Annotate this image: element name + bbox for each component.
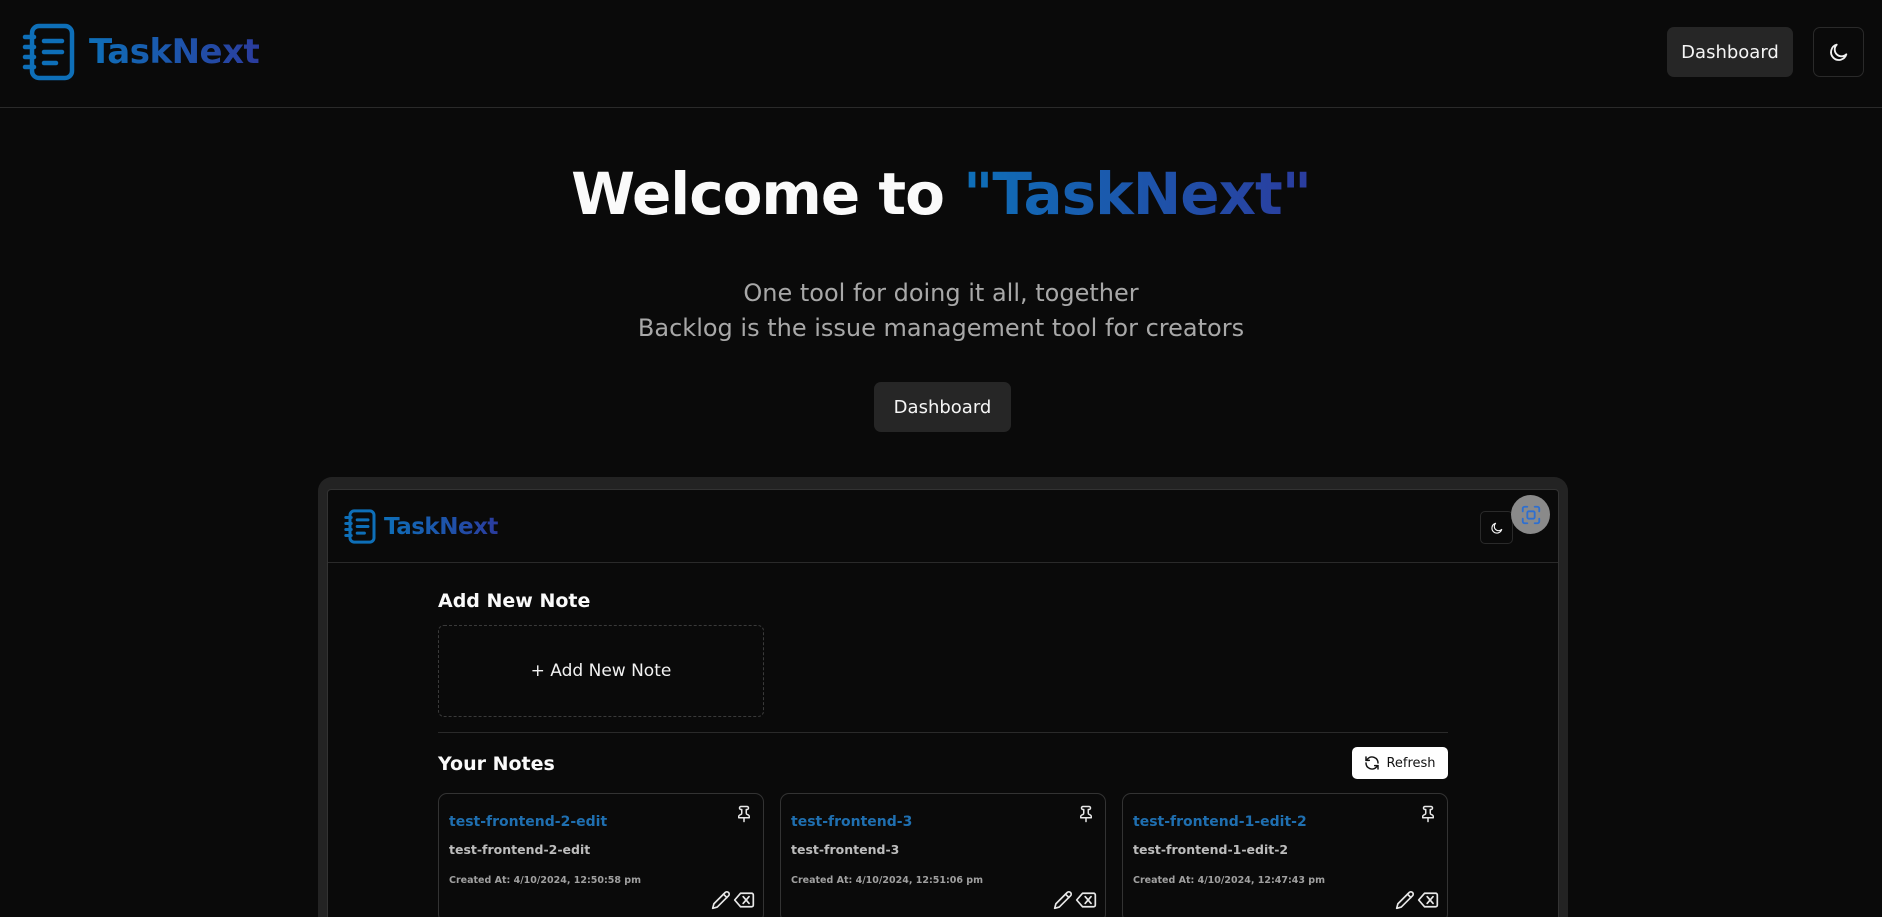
brand-logo[interactable]: TaskNext (22, 22, 260, 82)
notebook-icon (344, 509, 376, 544)
note-created-at: Created At: 4/10/2024, 12:50:58 pm (449, 875, 641, 886)
edit-pencil-icon[interactable] (1053, 890, 1073, 910)
notebook-icon (22, 23, 75, 81)
note-title[interactable]: test-frontend-3 (791, 814, 912, 830)
screen-capture-icon (1521, 505, 1540, 524)
note-body: test-frontend-2-edit (449, 842, 591, 857)
app-preview-screen: TaskNext Add New Note + Add New Note You… (327, 489, 1559, 917)
refresh-label: Refresh (1386, 755, 1436, 771)
preview-navbar: TaskNext (328, 490, 1558, 563)
note-title[interactable]: test-frontend-2-edit (449, 814, 607, 830)
refresh-icon (1365, 756, 1380, 770)
app-preview-frame: TaskNext Add New Note + Add New Note You… (318, 477, 1568, 917)
add-note-section-title: Add New Note (438, 590, 591, 612)
dashboard-button[interactable]: Dashboard (1667, 27, 1793, 77)
note-body: test-frontend-1-edit-2 (1133, 842, 1289, 857)
edit-pencil-icon[interactable] (711, 890, 731, 910)
pin-icon[interactable] (1077, 804, 1095, 824)
moon-icon (1829, 43, 1847, 61)
note-title[interactable]: test-frontend-1-edit-2 (1133, 814, 1307, 830)
hero-dashboard-button[interactable]: Dashboard (874, 382, 1011, 432)
user-avatar[interactable] (1511, 495, 1550, 534)
edit-pencil-icon[interactable] (1395, 890, 1415, 910)
brand-name: TaskNext (89, 32, 260, 72)
moon-icon (1490, 522, 1502, 534)
preview-brand-name: TaskNext (384, 513, 498, 540)
note-created-at: Created At: 4/10/2024, 12:51:06 pm (791, 875, 983, 886)
hero-subtitle-line-2: Backlog is the issue management tool for… (637, 314, 1245, 342)
preview-brand-logo[interactable]: TaskNext (344, 508, 498, 545)
hero-title-highlight: "TaskNext" (963, 160, 1312, 228)
hero-title-prefix: Welcome to (571, 160, 964, 228)
theme-toggle-button[interactable] (1813, 27, 1864, 77)
delete-icon[interactable] (1417, 891, 1439, 909)
note-card[interactable]: test-frontend-2-edit test-frontend-2-edi… (438, 793, 764, 917)
preview-theme-toggle[interactable] (1480, 511, 1513, 544)
delete-icon[interactable] (1075, 891, 1097, 909)
top-navbar: TaskNext Dashboard (0, 0, 1882, 108)
section-divider (438, 732, 1448, 733)
hero-title: Welcome to "TaskNext" (0, 160, 1882, 228)
note-created-at: Created At: 4/10/2024, 12:47:43 pm (1133, 875, 1325, 886)
note-card[interactable]: test-frontend-1-edit-2 test-frontend-1-e… (1122, 793, 1448, 917)
your-notes-section-title: Your Notes (438, 753, 555, 775)
note-body: test-frontend-3 (791, 842, 900, 857)
hero-subtitle-line-1: One tool for doing it all, together (743, 279, 1139, 307)
hero-subtitle: One tool for doing it all, together Back… (0, 276, 1882, 346)
pin-icon[interactable] (735, 804, 753, 824)
add-new-note-button[interactable]: + Add New Note (438, 625, 764, 717)
pin-icon[interactable] (1419, 804, 1437, 824)
delete-icon[interactable] (733, 891, 755, 909)
note-card[interactable]: test-frontend-3 test-frontend-3 Created … (780, 793, 1106, 917)
refresh-button[interactable]: Refresh (1352, 747, 1448, 779)
